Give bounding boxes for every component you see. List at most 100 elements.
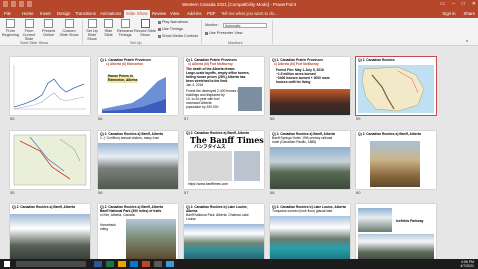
slide-text: Edmonton, Alberta bbox=[107, 78, 139, 83]
tab-add-ins[interactable]: Add-ins bbox=[187, 11, 202, 16]
slide-text: Turquoise-colored (rock flour) glacial l… bbox=[272, 209, 333, 213]
slide-number: 57 bbox=[184, 190, 189, 195]
search-box[interactable] bbox=[16, 261, 86, 267]
record-icon bbox=[140, 19, 150, 28]
slide-thumbnail[interactable]: Icefields Parkway bbox=[356, 204, 436, 262]
slide-number: 56 bbox=[98, 116, 103, 121]
tab-pdf[interactable]: PDF bbox=[207, 11, 216, 16]
slide-thumbnail[interactable]: Q) 1. Canadian Prairie Provinces c) Albe… bbox=[98, 57, 178, 115]
set-up-slide-show-button[interactable]: Set Up Slide Show bbox=[84, 19, 100, 41]
line-chart-image bbox=[10, 57, 90, 115]
slide-thumbnail[interactable]: Q) 1. Canadian Prairie Provinces c) Albe… bbox=[184, 57, 264, 115]
slide-thumbnail[interactable] bbox=[10, 131, 90, 189]
ribbon-display-icon[interactable]: ▭ bbox=[440, 1, 445, 7]
slide-text: Q) 2. Canadian Rockies a) Banff, Alberta bbox=[12, 205, 75, 209]
slide-text: バンフタイムス bbox=[194, 144, 226, 149]
presenter-view-checkbox[interactable]: Use Presenter View bbox=[205, 31, 242, 35]
share-button[interactable]: Share bbox=[464, 11, 475, 16]
slide-number: 55 bbox=[10, 116, 15, 121]
tab-view[interactable]: View bbox=[170, 11, 179, 16]
word-icon[interactable] bbox=[94, 261, 102, 267]
slide-text: Icefields Parkway bbox=[396, 219, 424, 223]
slide-thumbnail[interactable]: Q) 2. Canadian Rockies b) Lake Louise, A… bbox=[184, 204, 264, 262]
chateau-lake-louise-photo bbox=[184, 224, 264, 262]
setup-icon bbox=[87, 19, 97, 28]
start-icon[interactable] bbox=[4, 261, 10, 267]
app-icon[interactable] bbox=[154, 261, 162, 267]
tab-home[interactable]: Home bbox=[22, 11, 33, 16]
slide-number: 55 bbox=[10, 190, 15, 195]
mountain-photo bbox=[10, 214, 90, 262]
slide-thumbnail[interactable]: Q) 2. Canadian Rockies a) Banff, Alberta… bbox=[184, 131, 264, 189]
checkbox-icon bbox=[158, 20, 161, 24]
slide-thumbnail[interactable]: Q) 2. Canadian Rockies a) Banff, Alberta bbox=[356, 131, 436, 189]
slide-text: in Kim, Alberta, Canada bbox=[100, 213, 135, 217]
show-media-controls-checkbox[interactable]: Show Media Controls bbox=[158, 34, 198, 38]
use-timings-checkbox[interactable]: Use Timings bbox=[158, 27, 183, 31]
tab-slide-show[interactable]: Slide Show bbox=[124, 10, 150, 18]
slide-text: Q) 2. Canadian Rockies bbox=[358, 58, 395, 62]
parkway-photo bbox=[358, 208, 392, 232]
app-icon[interactable] bbox=[166, 261, 174, 267]
slide-thumbnail[interactable]: Q) 2. Canadian Rockies a) Banff, Alberta… bbox=[98, 204, 178, 262]
explorer-icon[interactable] bbox=[118, 261, 126, 267]
hide-slide-button[interactable]: Hide Slide bbox=[101, 19, 116, 37]
slide-thumbnail[interactable]: Q) 2. Canadian Rockies b) Lake Louise, A… bbox=[270, 204, 350, 262]
from-current-slide-button[interactable]: From Current Slide bbox=[20, 19, 38, 41]
custom-slide-show-button[interactable]: Custom Slide Show bbox=[58, 19, 80, 37]
photo-image bbox=[238, 87, 262, 111]
slide-thumbnail-selected[interactable]: Q) 2. Canadian Rockies bbox=[355, 56, 437, 116]
tab-file[interactable]: File bbox=[4, 11, 11, 16]
close-button[interactable]: ✕ bbox=[472, 1, 476, 7]
slide-text: Jan 4, 2016 bbox=[186, 83, 204, 87]
tab-review[interactable]: Review bbox=[152, 11, 166, 16]
slide-text: population by 200,000 bbox=[186, 105, 219, 109]
parkway-photo bbox=[358, 234, 434, 260]
minimize-button[interactable]: – bbox=[452, 1, 455, 7]
slide-thumbnail[interactable]: Q) 1. Canadian Prairie Provinces c) Albe… bbox=[270, 57, 350, 115]
slide-text: c) Alberta (ii) Edmonton bbox=[106, 62, 144, 66]
tab-transitions[interactable]: Transitions bbox=[75, 11, 96, 16]
taskbar: 4:06 PM 4/7/2021 bbox=[0, 259, 478, 269]
slide-text: houses unfit for living bbox=[276, 80, 311, 84]
slide-thumbnail[interactable]: Q) 2. Canadian Rockies a) Banff, Alberta… bbox=[270, 131, 350, 189]
edge-icon[interactable] bbox=[130, 261, 138, 267]
ribbon-tabs: File Home Insert Design Transitions Anim… bbox=[0, 9, 478, 18]
lake-louise-photo bbox=[270, 216, 350, 262]
sign-in-link[interactable]: Sign in bbox=[442, 11, 455, 16]
monitor-label: Monitor: bbox=[205, 23, 219, 27]
maximize-button[interactable]: □ bbox=[462, 1, 465, 7]
tab-insert[interactable]: Insert bbox=[40, 11, 51, 16]
group-label-setup: Set Up bbox=[130, 41, 142, 45]
record-slide-show-button[interactable]: Record Slide Show bbox=[134, 19, 156, 37]
rehearse-timings-button[interactable]: Rehearse Timings bbox=[117, 19, 133, 37]
newspaper-photo bbox=[234, 151, 260, 181]
monitor-select[interactable]: Automatic bbox=[223, 23, 267, 28]
slide-thumbnail[interactable]: Q) 2. Canadian Rockies a) Banff, Alberta… bbox=[98, 131, 178, 189]
tab-animations[interactable]: Animations bbox=[100, 11, 121, 16]
slide-number: 57 bbox=[184, 116, 189, 121]
elk-photo bbox=[370, 141, 420, 187]
slide-text: hotel (Canadian Pacific, 1888) bbox=[272, 140, 317, 144]
window-controls: ▭ – □ ✕ bbox=[440, 1, 476, 7]
tab-design[interactable]: Design bbox=[57, 11, 70, 16]
banff-town-photo bbox=[98, 143, 178, 189]
slide-number: 56 bbox=[98, 190, 103, 195]
slide-thumbnail[interactable]: Q) 2. Canadian Rockies a) Banff, Alberta bbox=[10, 204, 90, 262]
window-title: Western Canada 2021 [Compatibility Mode]… bbox=[182, 2, 296, 7]
checkbox-icon bbox=[158, 34, 161, 38]
system-clock[interactable]: 4:06 PM 4/7/2021 bbox=[460, 260, 474, 268]
slide-thumbnail[interactable] bbox=[10, 57, 90, 115]
slide-number: 58 bbox=[270, 190, 275, 195]
rockies-map-image bbox=[358, 65, 434, 113]
newspaper-photo bbox=[188, 151, 232, 181]
play-narrations-checkbox[interactable]: Play Narrations bbox=[158, 20, 188, 24]
slide-text: Q) 2. Canadian Rockies a) Banff, Alberta bbox=[358, 132, 421, 136]
from-beginning-button[interactable]: From Beginning bbox=[2, 19, 19, 37]
tell-me-search[interactable]: Tell me what you want to do... bbox=[221, 11, 278, 16]
excel-icon[interactable] bbox=[106, 261, 114, 267]
map-image bbox=[10, 131, 90, 189]
present-online-button[interactable]: Present Online bbox=[40, 19, 57, 37]
powerpoint-icon[interactable] bbox=[142, 261, 150, 267]
slide-text: https://www.banfftimes.com bbox=[188, 182, 229, 186]
